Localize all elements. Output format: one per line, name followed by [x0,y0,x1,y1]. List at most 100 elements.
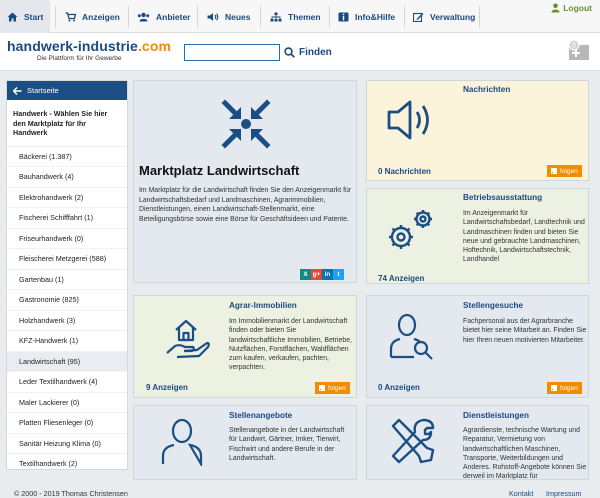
home-icon [7,12,18,21]
sidebar-item[interactable]: Fleischerei Metzgerei (588) [7,248,127,269]
nav-themen-label: Themen [288,11,321,22]
equipment-card-text: Im Anzeigenmarkt für Landwirtschaftsbeda… [463,210,585,264]
search-button[interactable]: Finden [284,44,332,61]
nav-themen[interactable]: Themen [263,0,328,33]
nav-divider [55,6,56,28]
real-estate-follow-label: folgen [328,384,346,392]
nav-divider [479,6,480,28]
search-button-label: Finden [299,47,332,58]
sidebar-item[interactable]: Holzhandwerk (3) [7,309,127,331]
user-icon [551,3,560,13]
user-search-icon [389,313,433,360]
user-icon [161,418,203,466]
services-card-text: Agrardienste, technische Wartung und Rep… [463,427,587,481]
footer-copyright: © 2000 - 2019 Thomas Christensen [14,489,128,498]
nav-divider [329,6,330,28]
sidebar-item[interactable]: Leder Textilhandwerk (4) [7,371,127,392]
cart-count: 0 [572,43,576,50]
footer-imprint-link[interactable]: Impressum [546,489,582,498]
nav-divider [197,6,198,28]
nav-neues[interactable]: Neues [200,0,258,33]
sidebar-item[interactable]: Platten Fliesenleger (0) [7,412,127,433]
marketplace-description: Im Marktplatz für die Landwirtschaft fin… [139,187,352,223]
top-navigation: Start Anzeigen Anbieter Neues Themen Inf… [0,0,600,33]
sidebar-item[interactable]: Friseurhandwerk (0) [7,227,127,249]
nav-info-hilfe-label: Info&Hilfe [355,11,396,22]
site-tagline: Die Plattform für Ihr Gewerbe [37,55,122,62]
nav-divider [260,6,261,28]
equipment-count: 74 Anzeigen [378,274,425,283]
nav-neues-label: Neues [225,11,251,22]
rss-icon [551,168,557,174]
xing-share-icon[interactable]: X [300,269,311,280]
sidebar: Startseite Handwerk - Wählen Sie hier de… [6,80,128,470]
footer-contact-link[interactable]: Kontakt [509,489,533,498]
tools-icon [391,418,435,464]
logo-main: handwerk-industrie [7,38,138,54]
job-seekers-follow-label: folgen [560,384,578,392]
sidebar-item[interactable]: KFZ-Handwerk (1) [7,330,127,351]
sidebar-item[interactable]: Gartenbau (1) [7,268,127,290]
real-estate-count: 9 Anzeigen [146,383,188,392]
sidebar-item[interactable]: Sanitär Heizung Klima (0) [7,432,127,454]
news-card-title: Nachrichten [463,85,511,94]
news-follow-label: folgen [560,167,578,175]
logout-button[interactable]: Logout [551,3,592,13]
edit-icon [413,12,424,22]
sidebar-item[interactable]: Textilhandwerk (2) [7,453,127,474]
arrow-left-icon [13,86,22,95]
cart-badge-icon[interactable]: 0 [566,37,592,63]
nav-start[interactable]: Start [0,0,51,33]
job-seekers-follow-button[interactable]: folgen [547,382,582,394]
nav-divider [404,6,405,28]
services-card-title: Dienstleistungen [463,411,529,420]
sidebar-item[interactable]: Elektrohandwerk (2) [7,186,127,208]
rss-icon [319,385,325,391]
equipment-card-title: Betriebsausstattung [463,193,543,202]
sidebar-item[interactable]: Maler Lackierer (0) [7,391,127,413]
nav-verwaltung-label: Verwaltung [430,11,476,22]
nav-anbieter[interactable]: Anbieter [130,0,197,33]
cart-icon [65,11,76,21]
nav-anzeigen-label: Anzeigen [82,11,120,22]
nav-verwaltung[interactable]: Verwaltung [406,0,482,33]
job-offers-card-text: Stellenangebote in der Landwirtschaft fü… [229,427,345,462]
sidebar-item[interactable]: Gastronomie (825) [7,289,127,310]
house-hand-icon [166,319,210,359]
sidebar-item[interactable]: Bäckerei (1.387) [7,145,127,167]
googleplus-share-icon[interactable]: g+ [311,269,322,280]
speaker-icon [207,12,219,21]
sidebar-item[interactable]: Landwirtschaft (95) [7,350,127,371]
sidebar-heading: Handwerk - Wählen Sie hier den Marktplat… [13,109,108,137]
rss-icon [551,385,557,391]
speaker-icon [387,100,429,140]
users-icon [137,12,150,21]
real-estate-card-title: Agrar-Immobilien [229,301,297,310]
nav-start-label: Start [24,11,44,22]
site-logo[interactable]: handwerk-industrie.com [7,38,171,54]
sidebar-home-link[interactable]: Startseite [7,81,127,100]
site-header: handwerk-industrie.com Die Plattform für… [0,33,600,71]
nav-divider [128,6,129,28]
search-icon [284,47,295,58]
sidebar-item[interactable]: Bauhandwerk (4) [7,166,127,187]
search-input[interactable] [184,44,280,61]
linkedin-share-icon[interactable]: in [322,269,333,280]
logout-label: Logout [563,3,592,13]
share-bar: X g+ in t [300,269,344,280]
info-icon [338,12,349,21]
nav-anbieter-label: Anbieter [156,11,191,22]
logo-domain: .com [137,38,172,54]
real-estate-follow-button[interactable]: folgen [315,382,350,394]
twitter-share-icon[interactable]: t [333,269,344,280]
sidebar-list: Bäckerei (1.387) Bauhandwerk (4) Elektroha… [7,145,127,474]
news-follow-button[interactable]: folgen [547,165,582,177]
job-offers-card-title: Stellenangebote [229,411,293,420]
nav-info-hilfe[interactable]: Info&Hilfe [331,0,402,33]
real-estate-card-text: Im Immobilienmarkt der Landwirtschaft fi… [229,318,352,372]
job-seekers-count: 0 Anzeigen [378,383,420,392]
sidebar-item[interactable]: Fischerei Schifffahrt (1) [7,207,127,228]
news-count: 0 Nachrichten [378,167,431,176]
gears-icon [389,210,432,249]
nav-anzeigen[interactable]: Anzeigen [58,0,127,33]
